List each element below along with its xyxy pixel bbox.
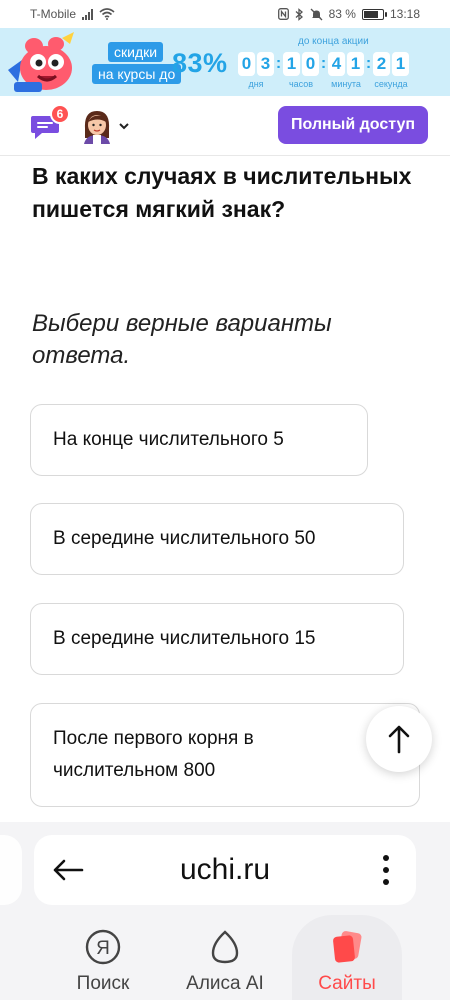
- timer-digit: 1: [392, 52, 409, 76]
- timer-digit: 2: [373, 52, 390, 76]
- sites-icon: [327, 927, 367, 967]
- promo-until-label: до конца акции: [298, 36, 369, 47]
- nav-sites[interactable]: Сайты: [292, 915, 402, 1000]
- timer-seconds: 21 секунда: [373, 52, 409, 89]
- timer-digit: 1: [283, 52, 300, 76]
- status-right: 83 % 13:18: [277, 7, 420, 21]
- timer-digit: 0: [238, 52, 255, 76]
- nav-search[interactable]: Я Поиск: [48, 915, 158, 1000]
- bluetooth-icon: [295, 7, 303, 21]
- answer-option[interactable]: После первого корня в числительном 800: [30, 703, 420, 807]
- nav-search-label: Поиск: [76, 973, 130, 994]
- promo-percent: 83%: [172, 48, 228, 78]
- answer-option[interactable]: На конце числительного 5: [30, 404, 368, 476]
- battery-icon: [361, 8, 387, 20]
- chevron-down-icon[interactable]: [118, 120, 130, 132]
- timer-unit-label: секунда: [374, 79, 408, 89]
- timer-unit-label: дня: [248, 79, 264, 89]
- timer-days: 03 дня: [238, 52, 274, 89]
- answer-option[interactable]: В середине числительного 15: [30, 603, 404, 675]
- battery-percent: 83 %: [328, 7, 356, 21]
- carrier-name: T-Mobile: [30, 7, 77, 21]
- countdown-timer: 03 дня : 10 часов : 41 минута : 21 секун…: [238, 52, 409, 89]
- nav-alice-label: Алиса AI: [186, 973, 264, 994]
- status-left: T-Mobile: [30, 7, 115, 21]
- address-bar[interactable]: uchi.ru: [34, 835, 416, 905]
- timer-separator: :: [275, 55, 282, 72]
- more-menu-icon[interactable]: [382, 855, 390, 885]
- previous-tab-preview[interactable]: [0, 835, 22, 905]
- question-instruction: Выбери верные варианты ответа.: [32, 310, 332, 369]
- timer-hours: 10 часов: [283, 52, 319, 89]
- alice-icon: [205, 927, 245, 967]
- scroll-to-top-button[interactable]: [366, 706, 432, 772]
- nav-alice[interactable]: Алиса AI: [170, 915, 280, 1000]
- timer-separator: :: [365, 55, 372, 72]
- question-title: В каких случаях в числительных пишется м…: [32, 163, 412, 222]
- nav-sites-label: Сайты: [318, 973, 376, 994]
- svg-text:Я: Я: [96, 938, 110, 959]
- browser-bottom-nav: Я Поиск Алиса AI Сайты: [0, 915, 450, 1000]
- clock: 13:18: [389, 7, 420, 21]
- mascot-image: [8, 32, 74, 92]
- full-access-button[interactable]: Полный доступ: [278, 106, 428, 144]
- signal-icon: [82, 8, 94, 20]
- timer-digit: 0: [302, 52, 319, 76]
- battery-level: [363, 10, 379, 18]
- promo-discount-label: скидки: [108, 42, 164, 62]
- yandex-search-icon: Я: [83, 927, 123, 967]
- notification-badge: 6: [50, 104, 70, 124]
- answer-option[interactable]: В середине числительного 50: [30, 503, 404, 575]
- timer-digit: 4: [328, 52, 345, 76]
- wifi-icon: [99, 8, 115, 20]
- timer-unit-label: минута: [331, 79, 361, 89]
- arrow-up-icon: [388, 725, 410, 754]
- timer-digit: 1: [347, 52, 364, 76]
- timer-digit: 3: [257, 52, 274, 76]
- avatar[interactable]: [80, 108, 114, 144]
- timer-unit-label: часов: [288, 79, 314, 89]
- timer-minutes: 41 минута: [328, 52, 364, 89]
- url-text[interactable]: uchi.ru: [34, 853, 416, 887]
- status-bar: T-Mobile 83 % 13:18: [0, 0, 450, 28]
- mute-icon: [310, 8, 323, 20]
- app-header: 6 Полный доступ: [0, 96, 450, 156]
- promo-courses-label: на курсы до: [92, 64, 182, 84]
- timer-separator: :: [320, 55, 327, 72]
- promo-banner[interactable]: скидки на курсы до 83% до конца акции 03…: [0, 28, 450, 96]
- nfc-icon: [277, 8, 289, 20]
